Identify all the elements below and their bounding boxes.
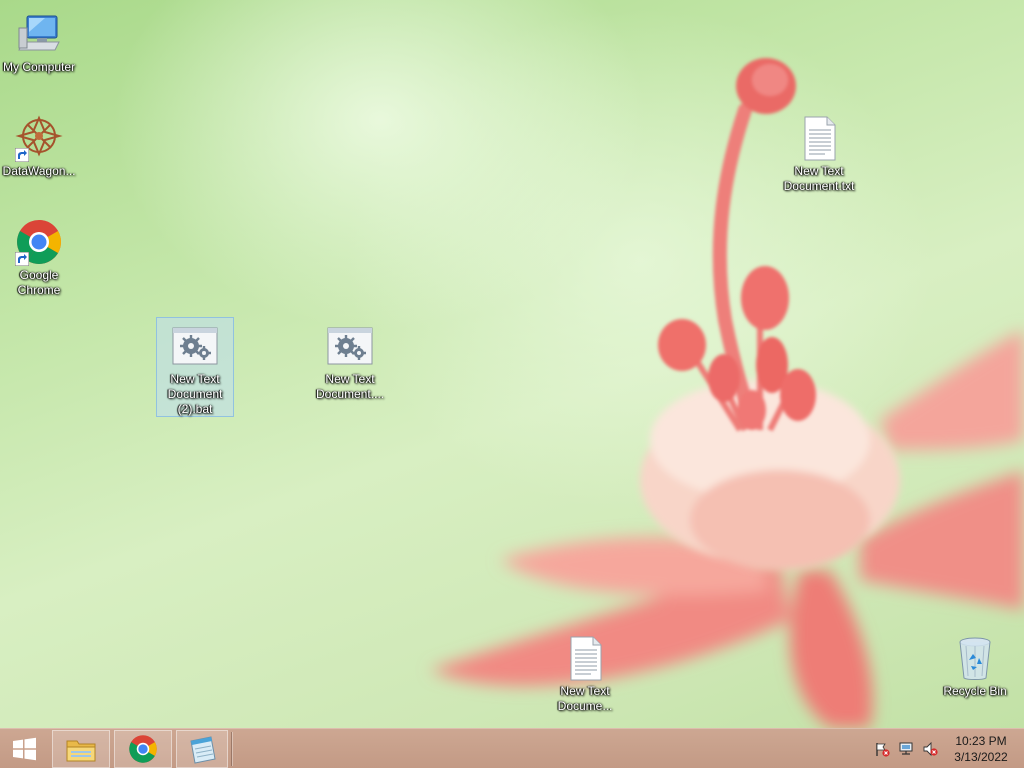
computer-icon — [15, 10, 63, 58]
recycle-bin-icon — [951, 634, 999, 682]
text-file-icon — [561, 634, 609, 682]
shortcut-arrow-icon — [15, 148, 29, 162]
clock-date: 3/13/2022 — [954, 750, 1008, 764]
desktop-icon-datawagon[interactable]: DataWagon... — [0, 110, 78, 179]
volume-muted-icon[interactable] — [922, 741, 938, 757]
desktop-icon-batch-file-2[interactable]: New Text Document (2).bat — [156, 317, 234, 417]
desktop-icon-label: Google Chrome — [17, 268, 61, 297]
desktop-icon-google-chrome[interactable]: Google Chrome — [0, 214, 78, 298]
datawagon-icon — [15, 114, 63, 162]
desktop-icon-label: DataWagon... — [2, 164, 76, 178]
windows-logo-icon — [13, 737, 36, 761]
shortcut-arrow-icon — [15, 252, 29, 266]
clock-time: 10:23 PM — [955, 734, 1007, 748]
text-file-icon — [795, 114, 843, 162]
taskbar-notepad-button[interactable] — [176, 730, 228, 768]
desktop[interactable]: My Computer DataWagon... Google Chrome N… — [0, 0, 1024, 728]
taskbar-clock[interactable]: 10:23 PM 3/13/2022 — [946, 733, 1016, 765]
chrome-icon — [15, 218, 63, 266]
desktop-icon-label: New Text Document.txt — [783, 164, 855, 193]
desktop-icon-label: New Text Document (2).bat — [167, 372, 223, 416]
desktop-icon-my-computer[interactable]: My Computer — [0, 6, 78, 75]
desktop-icon-text-file[interactable]: New Text Document.txt — [780, 110, 858, 194]
folder-icon — [66, 740, 96, 762]
taskbar-file-explorer-button[interactable] — [52, 730, 110, 768]
notepad-icon — [190, 736, 216, 764]
chrome-icon — [129, 735, 157, 763]
taskbar-divider — [231, 732, 232, 766]
batch-file-icon — [171, 322, 219, 370]
batch-file-icon — [326, 322, 374, 370]
desktop-icon-recycle-bin[interactable]: Recycle Bin — [936, 630, 1014, 699]
taskbar-chrome-button[interactable] — [114, 730, 172, 768]
desktop-icon-text-file-2[interactable]: New Text Docume... — [546, 630, 624, 714]
wallpaper-flower — [430, 58, 1024, 728]
desktop-icon-label: My Computer — [2, 60, 76, 74]
action-center-flag-icon[interactable] — [874, 741, 890, 757]
desktop-icon-batch-file[interactable]: New Text Document.... — [311, 318, 389, 402]
desktop-icon-label: Recycle Bin — [943, 684, 1007, 698]
taskbar: 10:23 PM 3/13/2022 — [0, 728, 1024, 768]
desktop-icon-label: New Text Document.... — [315, 372, 385, 401]
start-button[interactable] — [4, 730, 44, 768]
network-icon[interactable] — [898, 741, 914, 757]
desktop-icon-label: New Text Docume... — [557, 684, 613, 713]
